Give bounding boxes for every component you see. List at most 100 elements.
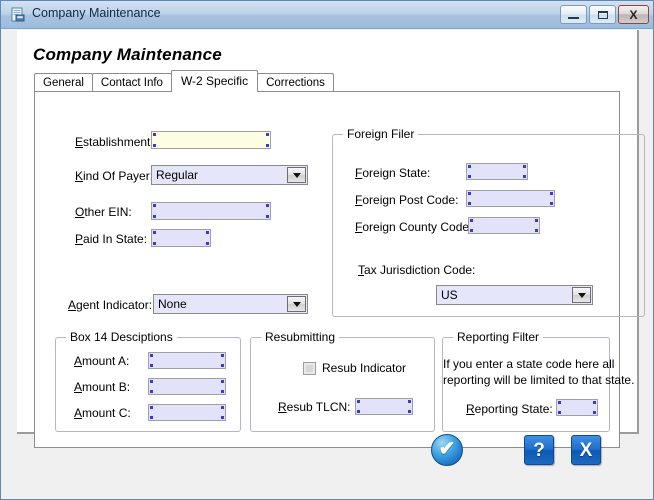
kind-of-payer-label: Kind Of Payer: bbox=[75, 169, 154, 183]
corner-mark bbox=[468, 202, 471, 205]
corner-mark bbox=[153, 133, 156, 136]
kind-of-payer-select[interactable]: Regular bbox=[151, 165, 308, 185]
resub-tlcn-label: Resub TLCN: bbox=[278, 400, 351, 414]
reporting-filter-note-line2: reporting will be limited to that state. bbox=[443, 373, 635, 387]
corner-mark bbox=[150, 354, 153, 357]
help-button[interactable]: ? bbox=[524, 435, 554, 465]
box14-caption: Box 14 Desciptions bbox=[66, 330, 177, 344]
amount-a-label: Amount A: bbox=[74, 354, 130, 368]
window-controls: X bbox=[560, 5, 649, 24]
corner-mark bbox=[593, 411, 596, 414]
corner-mark bbox=[558, 401, 561, 404]
chevron-down-icon[interactable] bbox=[287, 167, 306, 183]
resub-tlcn-input[interactable] bbox=[355, 398, 413, 415]
chevron-down-icon[interactable] bbox=[287, 296, 306, 312]
amount-c-label: Amount C: bbox=[74, 406, 131, 420]
corner-mark bbox=[266, 215, 269, 218]
client-area: Company Maintenance General Contact Info… bbox=[17, 30, 645, 448]
corner-mark bbox=[150, 390, 153, 393]
foreign-state-input[interactable] bbox=[466, 163, 528, 180]
title-bar: Company Maintenance X bbox=[1, 1, 653, 29]
corner-mark bbox=[221, 364, 224, 367]
kind-of-payer-value: Regular bbox=[156, 168, 199, 182]
cancel-button[interactable]: X bbox=[571, 435, 601, 465]
document-icon bbox=[11, 7, 25, 22]
corner-mark bbox=[468, 192, 471, 195]
page-title: Company Maintenance bbox=[33, 45, 222, 64]
establishment-input[interactable] bbox=[151, 131, 271, 149]
corner-mark bbox=[470, 229, 473, 232]
maximize-button[interactable] bbox=[589, 5, 616, 24]
tab-contact-info[interactable]: Contact Info bbox=[91, 73, 172, 92]
corner-mark bbox=[523, 175, 526, 178]
company-maintenance-window: Company Maintenance X Company Maintenanc… bbox=[0, 0, 654, 500]
tax-jurisdiction-code-select[interactable]: US bbox=[436, 285, 593, 305]
amount-a-input[interactable] bbox=[148, 352, 226, 369]
corner-mark bbox=[153, 215, 156, 218]
corner-mark bbox=[357, 400, 360, 403]
chevron-down-icon[interactable] bbox=[572, 287, 591, 303]
agent-indicator-label: Agent Indicator: bbox=[68, 298, 153, 312]
minimize-button[interactable] bbox=[560, 5, 587, 24]
foreign-post-code-input[interactable] bbox=[466, 190, 555, 207]
corner-mark bbox=[153, 231, 156, 234]
amount-b-label: Amount B: bbox=[74, 380, 131, 394]
reporting-state-input[interactable] bbox=[556, 399, 598, 416]
corner-mark bbox=[150, 406, 153, 409]
ok-button[interactable]: ✔ bbox=[431, 434, 463, 466]
other-ein-label: Other EIN: bbox=[75, 205, 132, 219]
establishment-label: Establishment: bbox=[75, 135, 154, 149]
corner-mark bbox=[468, 175, 471, 178]
tab-strip: General Contact Info W-2 Specific Correc… bbox=[34, 70, 334, 92]
corner-mark bbox=[468, 165, 471, 168]
agent-indicator-select[interactable]: None bbox=[153, 294, 308, 314]
foreign-state-label: Foreign State: bbox=[355, 166, 431, 180]
x-icon: X bbox=[579, 439, 593, 461]
amount-b-input[interactable] bbox=[148, 378, 226, 395]
corner-mark bbox=[593, 401, 596, 404]
reporting-filter-caption: Reporting Filter bbox=[453, 330, 544, 344]
corner-mark bbox=[470, 219, 473, 222]
foreign-county-code-input[interactable] bbox=[468, 217, 540, 234]
resub-indicator-checkbox[interactable] bbox=[303, 362, 316, 375]
corner-mark bbox=[153, 144, 156, 147]
corner-mark bbox=[153, 204, 156, 207]
tab-general[interactable]: General bbox=[34, 73, 93, 92]
corner-mark bbox=[558, 411, 561, 414]
foreign-filer-caption: Foreign Filer bbox=[343, 127, 419, 141]
resub-indicator-label: Resub Indicator bbox=[322, 361, 407, 375]
resubmitting-group: Resubmitting Resub Indicator Resub TLCN: bbox=[250, 330, 435, 432]
corner-mark bbox=[266, 204, 269, 207]
tab-w2-specific[interactable]: W-2 Specific bbox=[170, 70, 259, 92]
reporting-filter-group: Reporting Filter If you enter a state co… bbox=[442, 330, 635, 432]
resubmitting-caption: Resubmitting bbox=[261, 330, 340, 344]
corner-mark bbox=[153, 242, 156, 245]
corner-mark bbox=[221, 406, 224, 409]
tax-jurisdiction-code-label: Tax Jurisdiction Code: bbox=[358, 263, 476, 277]
other-ein-input[interactable] bbox=[151, 202, 271, 220]
corner-mark bbox=[408, 400, 411, 403]
reporting-state-label: Reporting State: bbox=[466, 402, 553, 416]
corner-mark bbox=[150, 416, 153, 419]
corner-mark bbox=[357, 410, 360, 413]
paid-in-state-input[interactable] bbox=[151, 229, 211, 247]
tab-corrections[interactable]: Corrections bbox=[257, 73, 334, 92]
corner-mark bbox=[550, 192, 553, 195]
corner-mark bbox=[550, 202, 553, 205]
foreign-post-code-label: Foreign Post Code: bbox=[355, 193, 459, 207]
window-close-button[interactable]: X bbox=[618, 5, 649, 24]
agent-indicator-value: None bbox=[158, 297, 187, 311]
close-icon: X bbox=[629, 7, 638, 22]
corner-mark bbox=[408, 410, 411, 413]
box14-descriptions-group: Box 14 Desciptions Amount A: Amount B: A… bbox=[55, 330, 241, 432]
corner-mark bbox=[535, 219, 538, 222]
corner-mark bbox=[266, 133, 269, 136]
check-icon: ✔ bbox=[438, 438, 456, 460]
amount-c-input[interactable] bbox=[148, 404, 226, 421]
form-panel: Establishment: Kind Of Payer: Regular Ot… bbox=[34, 91, 645, 448]
foreign-county-code-label: Foreign County Code: bbox=[355, 220, 473, 234]
corner-mark bbox=[523, 165, 526, 168]
question-mark-icon: ? bbox=[533, 439, 545, 461]
corner-mark bbox=[221, 416, 224, 419]
reporting-filter-note-line1: If you enter a state code here all bbox=[443, 357, 615, 371]
